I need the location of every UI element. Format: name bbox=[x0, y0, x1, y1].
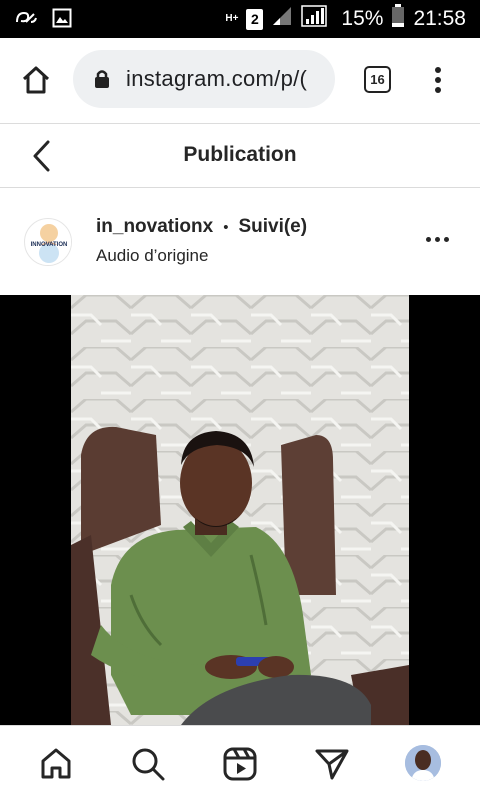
nav-profile-avatar[interactable] bbox=[405, 745, 441, 781]
search-icon bbox=[132, 748, 165, 781]
image-icon bbox=[52, 8, 72, 33]
send-icon bbox=[315, 749, 349, 780]
menu-dot bbox=[435, 87, 441, 93]
battery-icon bbox=[391, 4, 405, 34]
more-dot bbox=[435, 237, 440, 242]
status-bar: H+ 2 15% 21:58 bbox=[0, 0, 480, 38]
tab-switcher-button[interactable]: 16 bbox=[364, 66, 391, 93]
browser-home-button[interactable] bbox=[20, 64, 52, 96]
nav-reels[interactable] bbox=[222, 746, 258, 782]
svg-text:INNOVATION: INNOVATION bbox=[31, 242, 68, 248]
clock: 21:58 bbox=[413, 7, 466, 30]
more-dot bbox=[426, 237, 431, 242]
nav-direct[interactable] bbox=[314, 746, 350, 782]
sim-slot-badge: 2 bbox=[246, 8, 264, 30]
browser-toolbar: instagram.com/p/( 16 bbox=[0, 38, 480, 124]
signal-weak-icon bbox=[271, 5, 293, 33]
battery-percent: 15% bbox=[341, 7, 384, 30]
video-player[interactable] bbox=[71, 295, 409, 725]
page-header: Publication bbox=[0, 124, 480, 188]
url-text: instagram.com/p/( bbox=[126, 66, 308, 91]
more-dot bbox=[444, 237, 449, 242]
bottom-navigation bbox=[0, 725, 480, 800]
home-icon bbox=[41, 748, 71, 779]
video-frame bbox=[71, 295, 409, 725]
audio-link[interactable]: Audio d’origine bbox=[96, 246, 208, 266]
signal-icon bbox=[301, 5, 328, 33]
lock-icon bbox=[93, 69, 111, 94]
nav-search[interactable] bbox=[130, 746, 166, 782]
reels-icon bbox=[223, 747, 257, 781]
network-type: H+ bbox=[225, 13, 239, 24]
follow-status[interactable]: Suivi(e) bbox=[238, 216, 307, 238]
nav-home[interactable] bbox=[38, 746, 74, 782]
account-avatar[interactable]: INNOVATION bbox=[24, 218, 72, 266]
browser-menu-button[interactable] bbox=[426, 64, 450, 96]
menu-dot bbox=[435, 77, 441, 83]
post-username[interactable]: in_novationx bbox=[96, 216, 213, 238]
page-title: Publication bbox=[183, 143, 297, 166]
home-icon bbox=[22, 66, 50, 94]
post-header: INNOVATION in_novationx • Suivi(e) Audio… bbox=[0, 189, 480, 295]
app-icon bbox=[14, 9, 38, 32]
innovation-logo: INNOVATION bbox=[26, 220, 71, 265]
post-media[interactable] bbox=[0, 295, 480, 725]
profile-avatar bbox=[405, 745, 441, 781]
separator-dot: • bbox=[223, 218, 229, 236]
menu-dot bbox=[435, 67, 441, 73]
address-bar[interactable]: instagram.com/p/( bbox=[73, 50, 335, 108]
post-options-button[interactable] bbox=[426, 237, 449, 242]
